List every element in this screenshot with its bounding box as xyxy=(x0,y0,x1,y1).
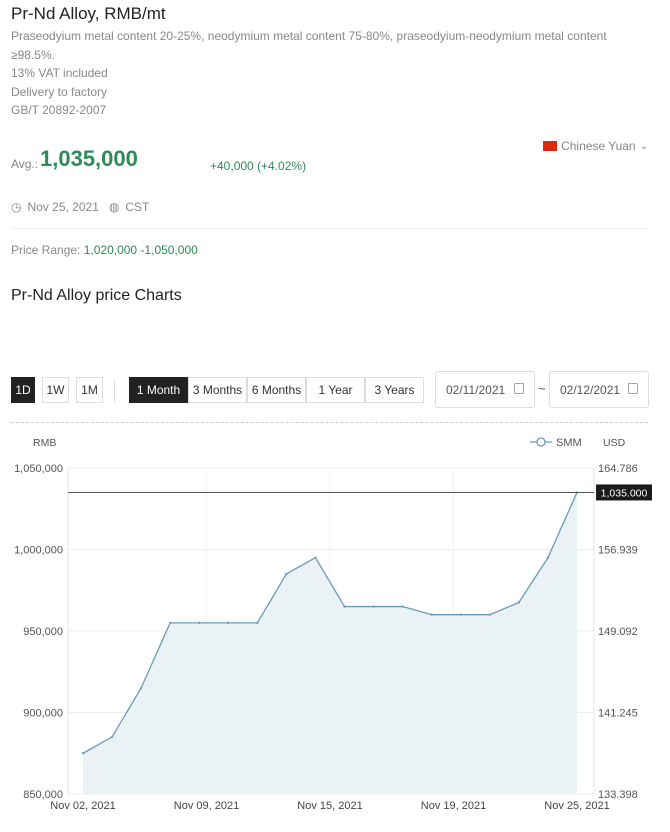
charts-title: Pr-Nd Alloy price Charts xyxy=(11,287,182,304)
calendar-icon xyxy=(514,383,524,394)
data-point xyxy=(168,621,172,625)
period-1-month-button[interactable]: 1 Month xyxy=(129,377,188,403)
china-flag-icon xyxy=(543,141,558,151)
y2-axis-unit-label: USD xyxy=(603,437,626,449)
current-value-label: 1,035.000 xyxy=(601,487,648,499)
price-change: +40,000 (+4.02%) xyxy=(210,159,307,173)
range-1m-button[interactable]: 1M xyxy=(76,377,103,403)
data-point xyxy=(459,613,462,616)
clock-icon: ◷ xyxy=(11,200,22,214)
price-meta: ◷ Nov 25, 2021 ◍ CST xyxy=(11,200,149,214)
data-point xyxy=(430,613,433,616)
price-date: Nov 25, 2021 xyxy=(27,200,99,214)
divider xyxy=(114,380,115,402)
data-point xyxy=(401,605,404,608)
data-point xyxy=(372,605,375,608)
legend-label: SMM xyxy=(556,437,582,449)
y-tick-label: 1,050,000 xyxy=(14,463,63,475)
avg-label: Avg.: xyxy=(11,157,39,171)
data-point xyxy=(227,621,230,625)
desc-line: 13% VAT included xyxy=(11,66,108,80)
y-tick-label: 1,000,000 xyxy=(14,545,63,557)
y2-tick-label: 156.939 xyxy=(598,545,638,557)
date-range-separator: ~ xyxy=(538,381,546,396)
data-point xyxy=(517,601,521,604)
data-point xyxy=(314,556,317,559)
y2-tick-label: 141.245 xyxy=(598,708,638,720)
divider xyxy=(11,228,648,229)
timezone: CST xyxy=(125,200,150,214)
calendar-icon xyxy=(628,383,638,394)
price-chart[interactable]: 1,050,0001,000,000950,000900,000850,0001… xyxy=(0,428,670,828)
range-1d-button[interactable]: 1D xyxy=(11,377,35,403)
avg-price-value: 1,035,000 xyxy=(40,146,138,171)
data-point xyxy=(139,686,143,690)
data-point xyxy=(110,735,114,739)
data-point xyxy=(256,621,259,625)
y2-tick-label: 164.786 xyxy=(598,463,638,475)
price-range-value: 1,020,000 -1,050,000 xyxy=(83,243,198,257)
x-tick-label: Nov 15, 2021 xyxy=(297,800,362,812)
date-to-value: 02/12/2021 xyxy=(560,382,621,397)
period-1-year-button[interactable]: 1 Year xyxy=(306,377,365,403)
date-from-value: 02/11/2021 xyxy=(446,382,506,397)
globe-icon: ◍ xyxy=(108,200,120,214)
data-point xyxy=(546,556,550,559)
price-range: Price Range: 1,020,000 -1,050,000 xyxy=(11,243,198,257)
desc-line: Praseodyium metal content 20-25%, neodym… xyxy=(11,29,607,43)
chevron-down-icon: ⌄ xyxy=(639,140,648,152)
range-1w-button[interactable]: 1W xyxy=(42,377,69,403)
desc-line: GB/T 20892-2007 xyxy=(11,103,107,117)
x-tick-label: Nov 09, 2021 xyxy=(174,800,239,812)
y2-tick-label: 149.092 xyxy=(598,626,638,638)
y-tick-label: 950,000 xyxy=(23,626,63,638)
data-point xyxy=(343,605,346,608)
x-tick-label: Nov 02, 2021 xyxy=(50,800,115,812)
desc-line: Delivery to factory xyxy=(11,84,108,99)
y-tick-label: 900,000 xyxy=(23,708,63,720)
currency-label: Chinese Yuan xyxy=(561,139,636,153)
date-to-input[interactable]: 02/12/2021 xyxy=(549,371,649,408)
date-from-input[interactable]: 02/11/2021 xyxy=(435,371,535,408)
price-range-label: Price Range: xyxy=(11,243,81,257)
data-point xyxy=(488,613,492,616)
currency-selector[interactable]: Chinese Yuan ⌄ xyxy=(543,139,648,153)
legend-marker xyxy=(536,437,546,447)
data-point xyxy=(198,621,201,625)
data-point xyxy=(285,572,288,576)
period-6-months-button[interactable]: 6 Months xyxy=(247,377,306,403)
product-description: Praseodyium metal content 20-25%, neodym… xyxy=(11,27,611,120)
x-tick-label: Nov 25, 2021 xyxy=(544,800,609,812)
period-3-years-button[interactable]: 3 Years xyxy=(365,377,424,403)
data-point xyxy=(81,752,85,755)
x-tick-label: Nov 19, 2021 xyxy=(421,800,486,812)
desc-line: ≥98.5%. xyxy=(11,47,55,62)
dashed-divider xyxy=(11,422,648,423)
page-title: Pr-Nd Alloy, RMB/mt xyxy=(11,4,166,23)
period-3-months-button[interactable]: 3 Months xyxy=(188,377,247,403)
y-axis-unit-label: RMB xyxy=(33,437,56,449)
